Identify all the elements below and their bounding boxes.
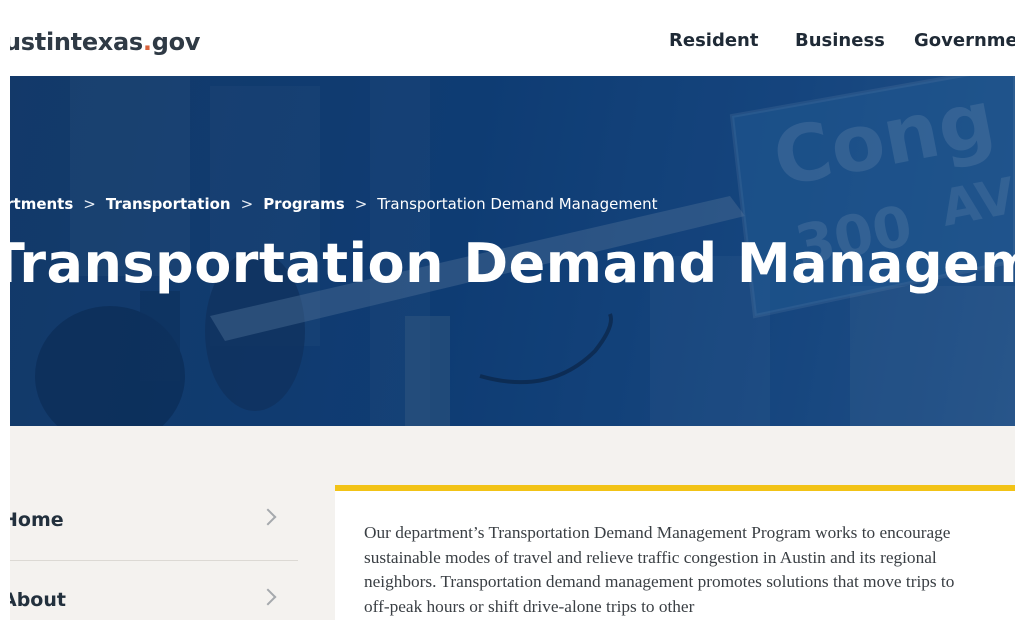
content-area: Home About Our department’s Transportati… bbox=[10, 426, 1015, 620]
hero-banner: Cong 300 AV artments>Transportation>Prog… bbox=[10, 76, 1015, 426]
breadcrumb-separator: > bbox=[83, 195, 96, 213]
main-content-card: Our department’s Transportation Demand M… bbox=[335, 485, 1015, 620]
side-nav-item-about[interactable]: About bbox=[10, 561, 298, 620]
side-nav-item-label: Home bbox=[10, 509, 64, 531]
breadcrumb: artments > Transportation > Programs > Transpo… bbox=[10, 195, 658, 213]
page-title: Transportation Demand Management bbox=[10, 232, 1015, 295]
intro-paragraph: Our department’s Transportation Demand M… bbox=[364, 523, 955, 616]
main-nav: Resident Business Governme bbox=[10, 30, 1015, 54]
side-nav-item-home[interactable]: Home bbox=[10, 481, 298, 561]
breadcrumb-departments[interactable]: artments bbox=[10, 195, 73, 213]
side-nav-item-label: About bbox=[10, 589, 66, 611]
site-header: ustintexas.gov Resident Business Governm… bbox=[10, 0, 1015, 76]
nav-business[interactable]: Business bbox=[795, 30, 885, 51]
chevron-right-icon bbox=[259, 508, 277, 526]
breadcrumb-separator: > bbox=[354, 195, 368, 213]
nav-resident[interactable]: Resident bbox=[669, 30, 758, 51]
breadcrumb-programs[interactable]: Programs bbox=[263, 195, 345, 213]
chevron-right-icon bbox=[259, 588, 277, 606]
breadcrumb-separator: > bbox=[240, 195, 254, 213]
side-nav: Home About bbox=[10, 481, 298, 620]
page: ustintexas.gov Resident Business Governm… bbox=[10, 0, 1015, 620]
breadcrumb-transportation[interactable]: Transportation bbox=[106, 195, 231, 213]
breadcrumb-current: Transportation Demand Management bbox=[377, 195, 658, 213]
nav-government[interactable]: Governme bbox=[914, 30, 1015, 51]
